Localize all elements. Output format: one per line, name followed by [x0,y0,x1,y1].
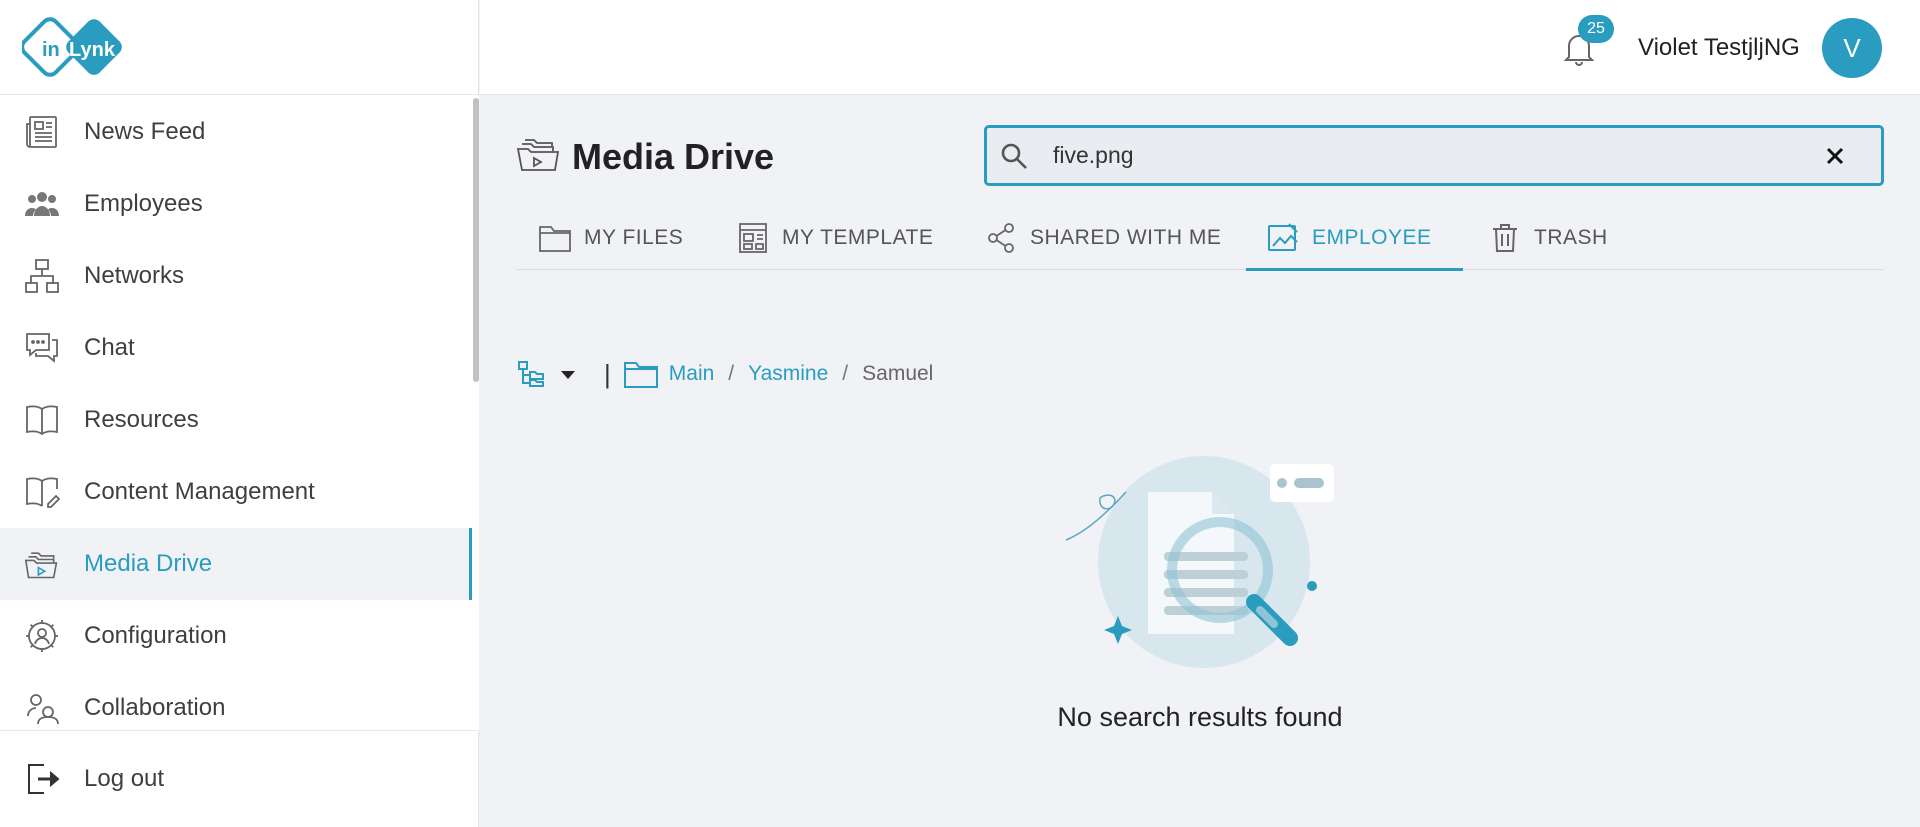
no-results-illustration [1060,452,1340,672]
sidebar-item-label: Configuration [84,622,227,649]
top-header: 25 Violet TestjljNG V [480,0,1920,95]
search-icon [999,141,1029,171]
notification-count-badge[interactable]: 25 [1578,15,1614,43]
sidebar-scrollbar-thumb[interactable] [473,98,479,382]
media-folder-icon [24,546,60,582]
avatar[interactable]: V [1822,18,1882,78]
book-icon [24,402,60,438]
sidebar-item-label: Resources [84,406,199,433]
breadcrumb: | Main / Yasmine / Samuel [516,352,933,396]
logo-text-in: in [42,39,60,61]
sidebar-item-content-management[interactable]: Content Management [0,456,472,528]
sidebar: in Lynk News Feed Employees Networks Cha… [0,0,479,827]
image-chart-icon [1266,221,1300,255]
share-icon [984,221,1018,255]
sidebar-item-label: News Feed [84,118,206,145]
media-drive-tabs: MY FILES MY TEMPLATE SHARED WITH ME EMPL… [516,205,1884,271]
sidebar-item-label: Networks [84,262,185,289]
sidebar-item-chat[interactable]: Chat [0,312,472,384]
tab-label: MY FILES [584,225,684,249]
sidebar-item-label: Collaboration [84,694,226,721]
logout-label: Log out [84,765,165,792]
search-box[interactable] [984,125,1884,186]
breadcrumb-link-yasmine[interactable]: Yasmine [748,362,828,386]
media-drive-title-icon [516,134,560,179]
breadcrumb-slash: / [728,362,735,385]
sidebar-item-media-drive[interactable]: Media Drive [0,528,472,600]
page-title-area: Media Drive [516,134,774,179]
trash-icon [1488,221,1522,255]
people-group-icon [24,186,60,222]
newspaper-icon [24,114,60,150]
sidebar-item-label: Content Management [84,478,315,505]
tab-label: TRASH [1534,225,1608,249]
tab-my-files[interactable]: MY FILES [538,205,683,270]
sidebar-nav: News Feed Employees Networks Chat Resour… [0,96,472,730]
sidebar-item-employees[interactable]: Employees [0,168,472,240]
logout-button[interactable]: Log out [0,730,479,827]
template-icon [736,221,770,255]
sidebar-item-label: Chat [84,334,135,361]
tab-employee[interactable]: EMPLOYEE [1246,205,1463,271]
user-name[interactable]: Violet TestjljNG [1638,34,1800,62]
logo-text-lynk: Lynk [69,39,116,61]
tab-label: EMPLOYEE [1312,225,1432,249]
user-gear-icon [24,618,60,654]
logo-area: in Lynk [0,0,478,95]
breadcrumb-slash: / [842,362,849,385]
network-icon [24,258,60,294]
tab-shared-with-me[interactable]: SHARED WITH ME [984,205,1221,270]
tab-label: SHARED WITH ME [1030,225,1222,249]
breadcrumb-link-main[interactable]: Main [669,362,715,386]
page-title: Media Drive [572,135,775,177]
folder-tree-icon[interactable] [516,359,546,389]
tab-trash[interactable]: TRASH [1488,205,1608,270]
sidebar-item-label: Media Drive [84,550,213,577]
book-edit-icon [24,474,60,510]
chevron-down-icon[interactable] [558,364,578,384]
search-input[interactable] [1053,142,1793,169]
folder-icon [538,221,572,255]
tab-my-template[interactable]: MY TEMPLATE [736,205,933,270]
breadcrumb-folder-icon [623,358,659,390]
logout-icon [24,761,60,797]
collaboration-icon [24,690,60,726]
chat-bubble-icon [24,330,60,366]
sidebar-item-news-feed[interactable]: News Feed [0,96,472,168]
inlynk-logo[interactable]: in Lynk [22,16,126,78]
breadcrumb-divider: | [604,358,611,389]
sidebar-item-collaboration[interactable]: Collaboration [0,672,472,730]
clear-search-icon[interactable] [1823,144,1847,168]
breadcrumb-current: Samuel [862,362,934,385]
no-results-message: No search results found [1057,702,1343,732]
sidebar-item-resources[interactable]: Resources [0,384,472,456]
sidebar-scrollbar[interactable] [472,96,479,730]
sidebar-item-networks[interactable]: Networks [0,240,472,312]
tab-label: MY TEMPLATE [782,225,934,249]
sidebar-item-configuration[interactable]: Configuration [0,600,472,672]
sidebar-item-label: Employees [84,190,203,217]
